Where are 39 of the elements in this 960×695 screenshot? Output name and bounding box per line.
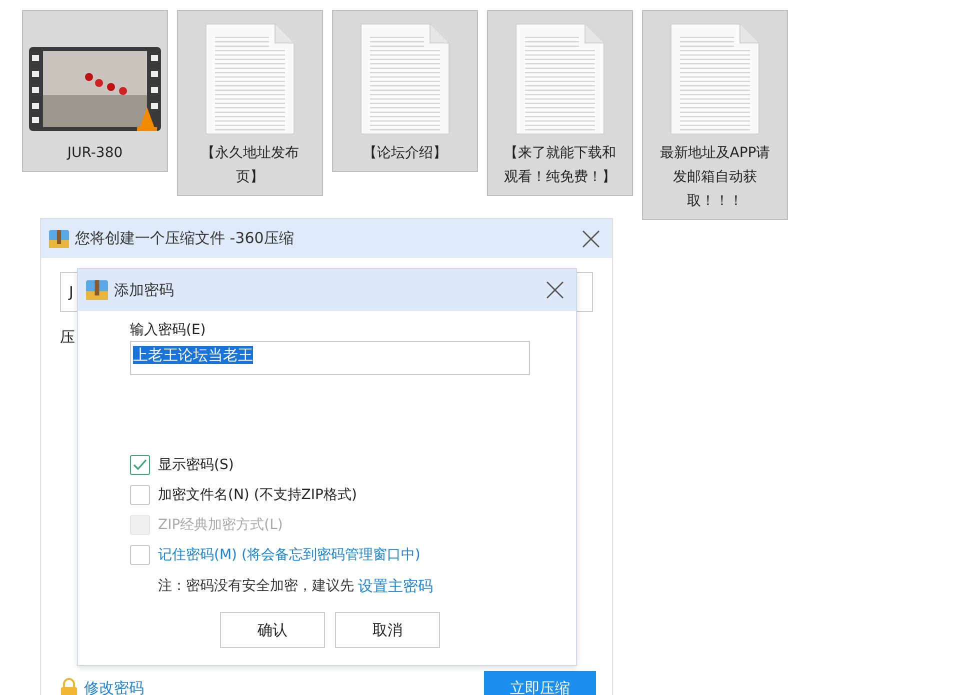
file-name: JUR-380 xyxy=(67,144,123,163)
checkbox[interactable] xyxy=(130,485,150,505)
document-icon xyxy=(515,23,605,135)
close-icon[interactable] xyxy=(546,281,564,299)
document-icon xyxy=(205,23,295,135)
file-name: 最新地址及APP请发邮箱自动获取！！！ xyxy=(658,144,772,211)
checkbox[interactable] xyxy=(130,545,150,565)
confirm-button[interactable]: 确认 xyxy=(220,612,325,648)
document-icon xyxy=(670,23,760,135)
password-value: 上老王论坛当老王 xyxy=(133,346,253,364)
option-label: ZIP经典加密方式(L) xyxy=(158,516,283,534)
close-icon[interactable] xyxy=(582,230,600,248)
archive-folder-icon xyxy=(49,230,69,248)
archive-folder-icon xyxy=(86,280,108,300)
file-tile[interactable]: 【论坛介绍】 xyxy=(332,10,478,172)
checkmark-icon xyxy=(133,459,147,471)
window-title: 您将创建一个压缩文件 -360压缩 xyxy=(75,229,294,248)
lock-icon xyxy=(60,678,78,695)
password-field[interactable]: 上老王论坛当老王 xyxy=(130,341,530,375)
option-label: 显示密码(S) xyxy=(158,456,234,474)
change-password-link[interactable]: 修改密码 xyxy=(84,678,144,695)
field-label: 压 xyxy=(60,328,75,347)
file-name: 【论坛介绍】 xyxy=(363,144,447,163)
option-label: 加密文件名(N) (不支持ZIP格式) xyxy=(158,486,357,504)
set-master-password-link[interactable]: 设置主密码 xyxy=(358,577,433,596)
checkbox[interactable] xyxy=(130,455,150,475)
cancel-button[interactable]: 取消 xyxy=(335,612,440,648)
file-tile[interactable]: 【永久地址发布页】 xyxy=(177,10,323,196)
file-tile[interactable]: JUR-380 xyxy=(22,10,168,172)
password-label: 输入密码(E) xyxy=(130,321,207,339)
option-label: 记住密码(M) (将会备忘到密码管理窗口中) xyxy=(158,546,420,564)
file-name: 【来了就能下载和观看！纯免费！】 xyxy=(503,144,617,187)
document-icon xyxy=(360,23,450,135)
file-name: 【永久地址发布页】 xyxy=(200,144,300,187)
video-thumbnail-icon xyxy=(29,47,161,131)
file-tile[interactable]: 【来了就能下载和观看！纯免费！】 xyxy=(487,10,633,196)
note-text: 注：密码没有安全加密，建议先 xyxy=(158,577,354,596)
dialog-title: 添加密码 xyxy=(114,280,174,300)
file-tile[interactable]: 最新地址及APP请发邮箱自动获取！！！ xyxy=(642,10,788,220)
